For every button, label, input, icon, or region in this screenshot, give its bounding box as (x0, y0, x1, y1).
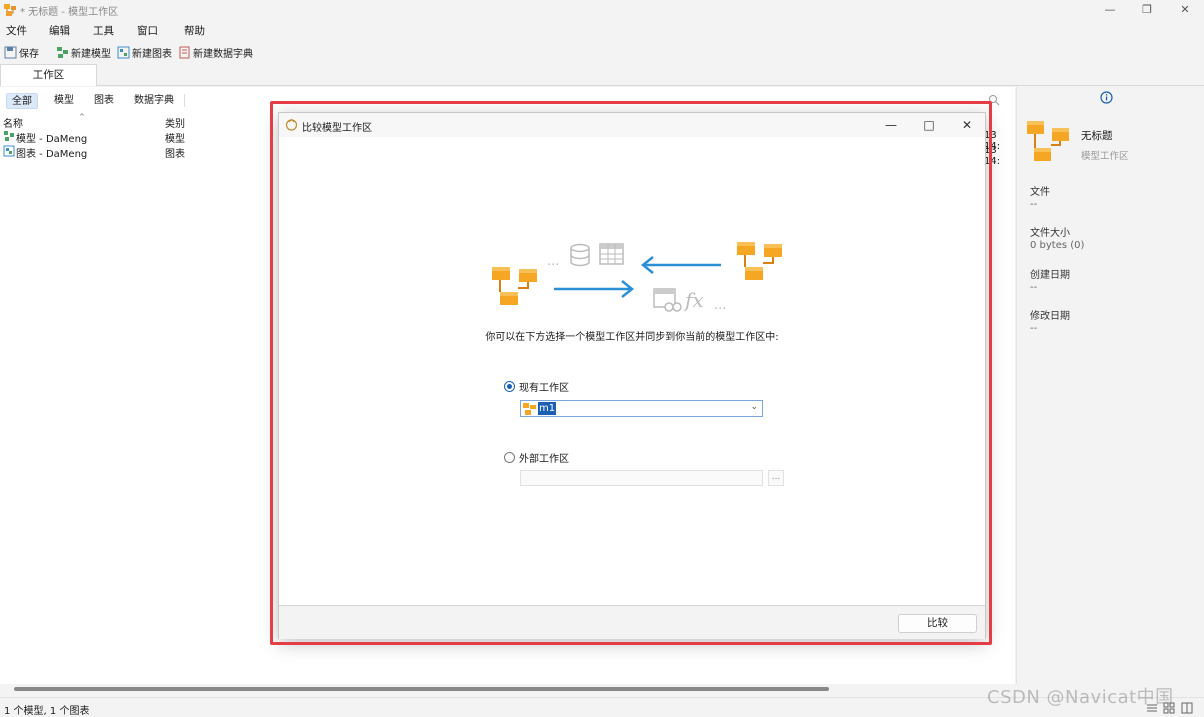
new-chart-icon (117, 46, 130, 58)
filter-dictionary[interactable]: 数据字典 (129, 93, 179, 109)
dots-top: ... (547, 254, 559, 269)
view-icon (653, 288, 682, 312)
right-model-icon (737, 242, 782, 280)
filter-bar: 全部 模型 图表 数据字典 (0, 89, 1015, 111)
external-workspace-path-input[interactable] (520, 470, 763, 486)
column-header-name[interactable]: 名称 (3, 115, 23, 130)
radio-existing-label: 现有工作区 (519, 382, 569, 394)
radio-external-label: 外部工作区 (519, 453, 569, 465)
filter-separator (184, 94, 185, 107)
model-workspace-icon (1027, 121, 1069, 161)
new-chart-button[interactable]: 新建图表 (117, 44, 172, 60)
dialog-footer: 比较 (279, 605, 985, 639)
tab-strip: 工作区 (0, 64, 1204, 86)
radio-external-indicator[interactable] (504, 451, 515, 463)
prop-value-file: -- (1030, 199, 1038, 210)
column-header-kind[interactable]: 类别 (165, 115, 185, 130)
model-workspace-icon (523, 403, 536, 415)
dialog-maximize-button[interactable]: □ (917, 115, 941, 135)
window-title: * 无标题 - 模型工作区 (20, 7, 119, 18)
detail-view-icon[interactable] (1181, 702, 1193, 714)
prop-value-modified: -- (1030, 323, 1038, 334)
filter-all[interactable]: 全部 (6, 93, 38, 109)
chevron-down-icon[interactable]: ⌄ (750, 402, 758, 412)
filter-chart[interactable]: 图表 (89, 93, 119, 109)
list-item-name: 模型 - DaMeng (16, 134, 88, 145)
info-icon[interactable] (1100, 91, 1113, 104)
sync-illustration: ... fx ... (492, 242, 782, 313)
new-chart-label: 新建图表 (132, 48, 172, 60)
watermark: CSDN @Navicat中国 (987, 687, 1174, 708)
dots-bottom: ... (714, 298, 726, 313)
list-item-kind: 模型 (165, 134, 185, 145)
save-button[interactable]: 保存 (4, 44, 39, 60)
filter-model[interactable]: 模型 (49, 93, 79, 109)
sort-ascending-icon: ^ (79, 113, 85, 121)
status-text: 1 个模型, 1 个图表 (4, 706, 90, 717)
new-model-label: 新建模型 (71, 48, 111, 60)
minimize-button[interactable]: — (1100, 2, 1120, 18)
arrow-right-icon (554, 280, 635, 298)
menu-window[interactable]: 窗口 (137, 23, 158, 38)
dialog-minimize-button[interactable]: — (879, 115, 903, 135)
workspace-select-value: m1 (538, 402, 557, 415)
function-icon: fx (683, 288, 704, 312)
left-model-icon (492, 267, 537, 305)
new-model-button[interactable]: 新建模型 (56, 44, 111, 60)
prop-label-file: 文件 (1030, 187, 1050, 198)
compare-icon (285, 118, 298, 131)
list-item-kind: 图表 (165, 149, 185, 160)
menu-bar: 文件 编辑 工具 窗口 帮助 (0, 21, 1204, 39)
radio-existing-indicator[interactable] (504, 380, 515, 392)
object-name: 无标题 (1081, 130, 1113, 142)
new-dictionary-label: 新建数据字典 (193, 48, 253, 60)
dialog-close-button[interactable]: ✕ (955, 115, 979, 135)
dialog-body: ... fx ... 你可以在下方选择一个模型工作区并同步到你当前的模型工作区中… (279, 137, 985, 605)
prop-label-created: 创建日期 (1030, 270, 1070, 281)
model-icon (4, 131, 14, 141)
menu-tools[interactable]: 工具 (93, 23, 114, 38)
save-label: 保存 (19, 48, 39, 60)
instruction-text: 你可以在下方选择一个模型工作区并同步到你当前的模型工作区中: (485, 332, 779, 343)
new-dictionary-button[interactable]: 新建数据字典 (178, 44, 253, 60)
tab-workspace[interactable]: 工作区 (0, 64, 97, 86)
arrow-left-icon (640, 256, 721, 274)
browse-button[interactable]: ... (768, 470, 784, 486)
list-item-date: 13 14: (984, 145, 1001, 167)
close-button[interactable]: ✕ (1175, 2, 1195, 18)
radio-existing-workspace[interactable]: 现有工作区 (504, 379, 569, 394)
info-pane: 无标题 模型工作区 文件 -- 文件大小 0 bytes (0) 创建日期 --… (1016, 87, 1204, 684)
chart-icon (3, 145, 15, 157)
search-icon[interactable] (988, 94, 1000, 106)
save-icon (4, 46, 17, 58)
compare-workspace-dialog: 比较模型工作区 — □ ✕ ... fx ... 你可以在下方选择一个模型工作区… (278, 112, 986, 639)
table-icon (599, 243, 624, 265)
horizontal-scrollbar[interactable] (14, 687, 829, 691)
dialog-title: 比较模型工作区 (302, 123, 372, 134)
menu-edit[interactable]: 编辑 (49, 23, 70, 38)
dialog-titlebar[interactable]: 比较模型工作区 — □ ✕ (279, 113, 985, 137)
database-icon (570, 243, 590, 267)
menu-file[interactable]: 文件 (6, 23, 27, 38)
prop-value-size: 0 bytes (0) (1030, 240, 1085, 251)
object-type: 模型工作区 (1081, 151, 1129, 162)
menu-help[interactable]: 帮助 (184, 23, 205, 38)
prop-label-size: 文件大小 (1030, 228, 1070, 239)
prop-label-modified: 修改日期 (1030, 311, 1070, 322)
app-icon (4, 4, 16, 16)
new-dictionary-icon (179, 46, 190, 58)
app-titlebar: * 无标题 - 模型工作区 — ❐ ✕ (0, 0, 1204, 20)
maximize-button[interactable]: ❐ (1137, 2, 1157, 18)
prop-value-created: -- (1030, 282, 1038, 293)
compare-button[interactable]: 比较 (898, 614, 977, 633)
toolbar: 保存 新建模型 新建图表 新建数据字典 (0, 42, 1204, 62)
radio-external-workspace[interactable]: 外部工作区 (504, 450, 569, 465)
workspace-select[interactable]: m1 ⌄ (520, 400, 763, 417)
new-model-icon (57, 46, 68, 58)
list-item-name: 图表 - DaMeng (16, 149, 88, 160)
